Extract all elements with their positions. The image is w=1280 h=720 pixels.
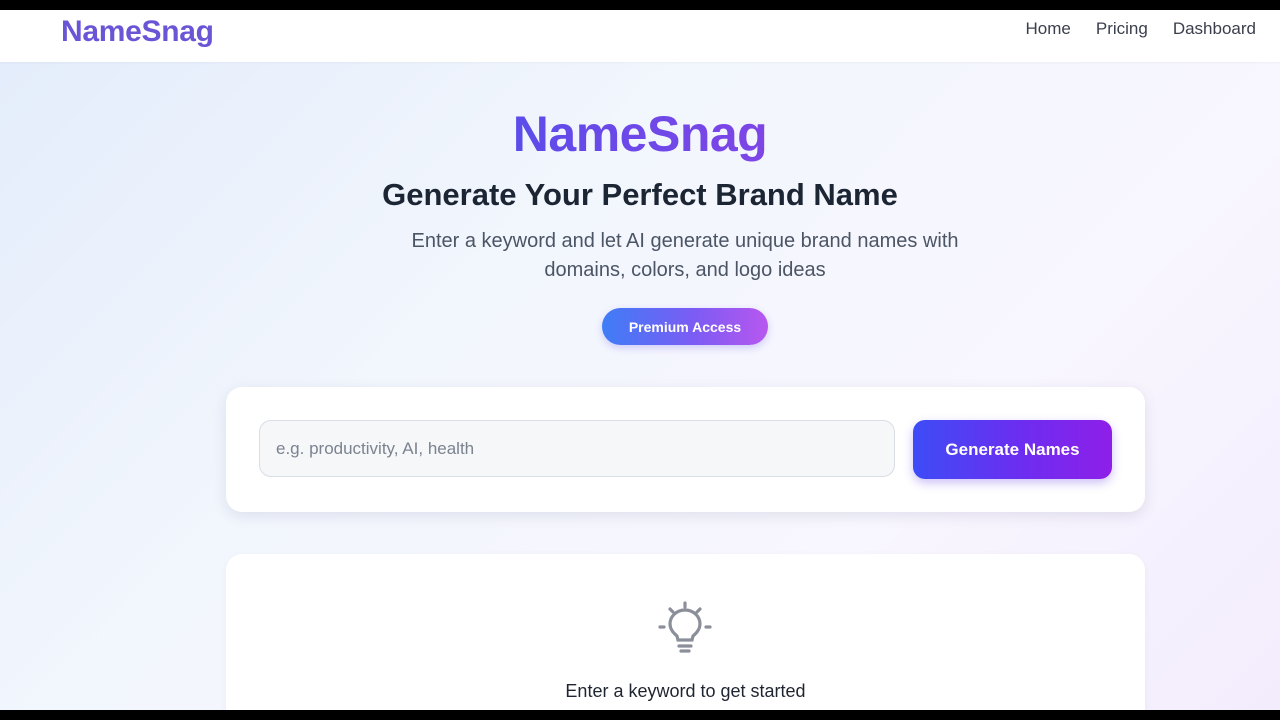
hero-logo: NameSnag [0,106,1280,162]
lightbulb-icon [658,601,712,653]
page: NameSnag Home Pricing Dashboard NameSnag… [0,10,1280,710]
empty-state-message: Enter a keyword to get started [565,681,806,701]
search-card: Generate Names [226,387,1145,512]
nav-links: Home Pricing Dashboard [1026,19,1257,39]
nav-pricing-link[interactable]: Pricing [1096,19,1148,39]
nav-dashboard-link[interactable]: Dashboard [1173,19,1256,39]
brand-logo[interactable]: NameSnag [61,15,214,49]
empty-state-card: Enter a keyword to get started [226,554,1145,710]
hero-logo-text: NameSnag [512,106,768,162]
keyword-input[interactable] [259,420,895,477]
nav-home-link[interactable]: Home [1026,19,1071,39]
generate-names-button[interactable]: Generate Names [913,420,1112,479]
navbar: NameSnag Home Pricing Dashboard [0,10,1280,62]
premium-access-button[interactable]: Premium Access [602,308,768,345]
page-subtitle: Enter a keyword and let AI generate uniq… [411,230,959,281]
page-title: Generate Your Perfect Brand Name [382,177,898,212]
